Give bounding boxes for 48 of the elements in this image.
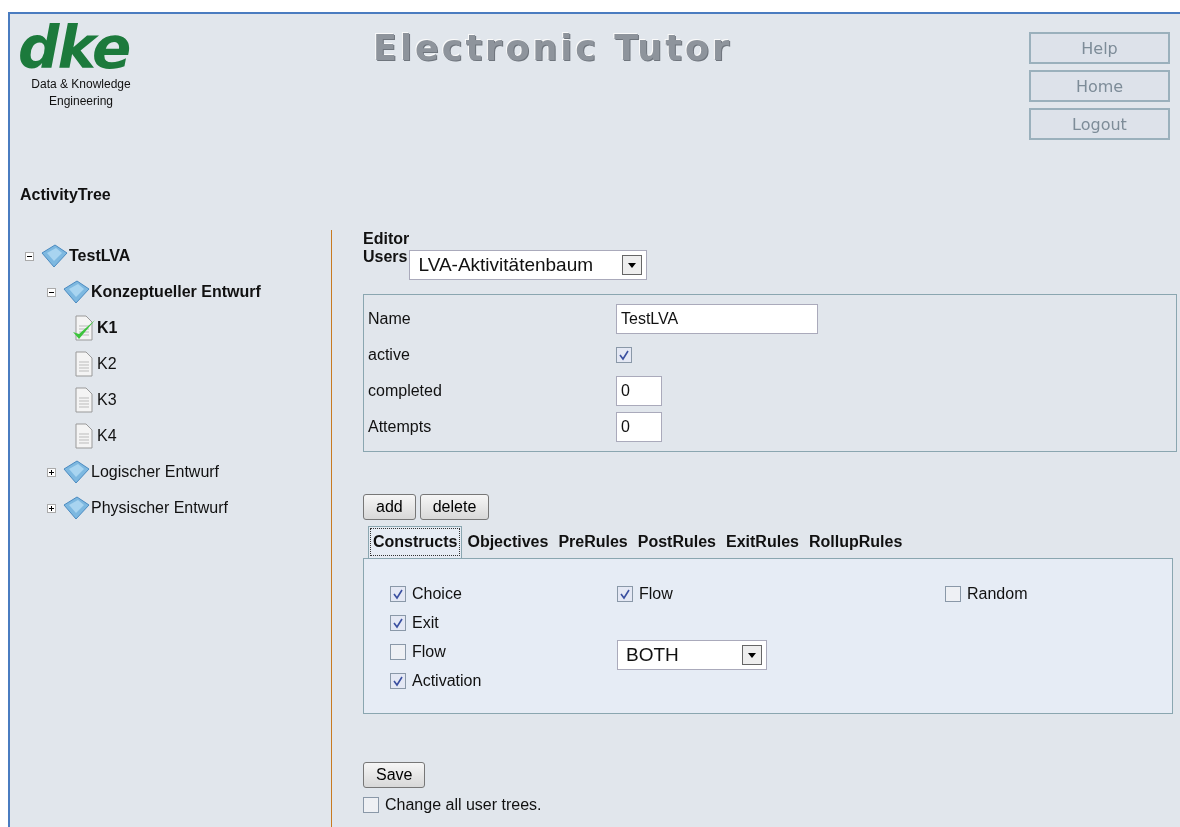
save-button[interactable]: Save — [363, 762, 426, 788]
logo-caption: Engineering — [47, 93, 115, 110]
checkbox-label: Flow — [412, 642, 446, 661]
tree-node-label[interactable]: K4 — [97, 427, 117, 445]
action-button[interactable]: delete — [419, 494, 490, 520]
tab[interactable]: PreRules — [553, 526, 633, 558]
editor-heading: Editor — [363, 230, 410, 248]
tree-node-label[interactable]: K2 — [97, 355, 117, 373]
field-label: completed — [368, 382, 443, 400]
checkbox[interactable] — [616, 347, 632, 363]
users-label: Users — [363, 248, 408, 266]
checkbox-label: Flow — [639, 584, 673, 603]
action-button[interactable]: add — [363, 494, 416, 520]
checkbox[interactable] — [363, 796, 379, 813]
tab[interactable]: Constructs — [368, 526, 463, 558]
tree-node-label[interactable]: Logischer Entwurf — [91, 463, 220, 481]
tree-node-label[interactable]: Physischer Entwurf — [91, 499, 228, 517]
checkbox[interactable] — [945, 585, 961, 602]
checkbox-label: Activation — [412, 671, 482, 690]
tree-title: ActivityTree — [20, 186, 112, 204]
tree-node-label[interactable]: Konzeptueller Entwurf — [91, 283, 261, 301]
field-label: Attempts — [368, 418, 433, 436]
users-select[interactable]: LVA-Aktivitätenbaum — [409, 250, 648, 280]
number-field[interactable]: 0 — [616, 376, 662, 406]
app-title: Electronic Tutor — [373, 27, 733, 70]
tab[interactable]: PostRules — [632, 526, 721, 558]
checkbox[interactable] — [617, 585, 633, 602]
tab[interactable]: ExitRules — [721, 526, 804, 558]
checkbox[interactable] — [390, 614, 406, 631]
field-label: active — [368, 346, 411, 364]
checkbox-label: Choice — [412, 584, 462, 603]
field-label: Name — [368, 310, 412, 328]
checkbox[interactable] — [390, 585, 406, 602]
tree-node-label[interactable]: K1 — [97, 319, 118, 337]
number-field[interactable]: 0 — [616, 412, 662, 442]
tree-node-label[interactable]: K3 — [97, 391, 117, 409]
checkbox-label: Exit — [412, 613, 439, 632]
tab[interactable]: RollupRules — [803, 526, 908, 558]
mode-select[interactable]: BOTH — [617, 640, 767, 670]
logo-caption: Data & Knowledge — [30, 76, 132, 93]
checkbox-label: Change all user trees. — [385, 795, 542, 814]
tree-node-label[interactable]: TestLVA — [69, 247, 131, 265]
tab[interactable]: Objectives — [462, 526, 554, 558]
logo-mark: dke — [18, 20, 130, 76]
checkbox[interactable] — [390, 643, 406, 660]
checkbox[interactable] — [390, 672, 406, 689]
checkbox-label: Random — [967, 584, 1028, 603]
name-field[interactable]: TestLVA — [616, 304, 818, 334]
